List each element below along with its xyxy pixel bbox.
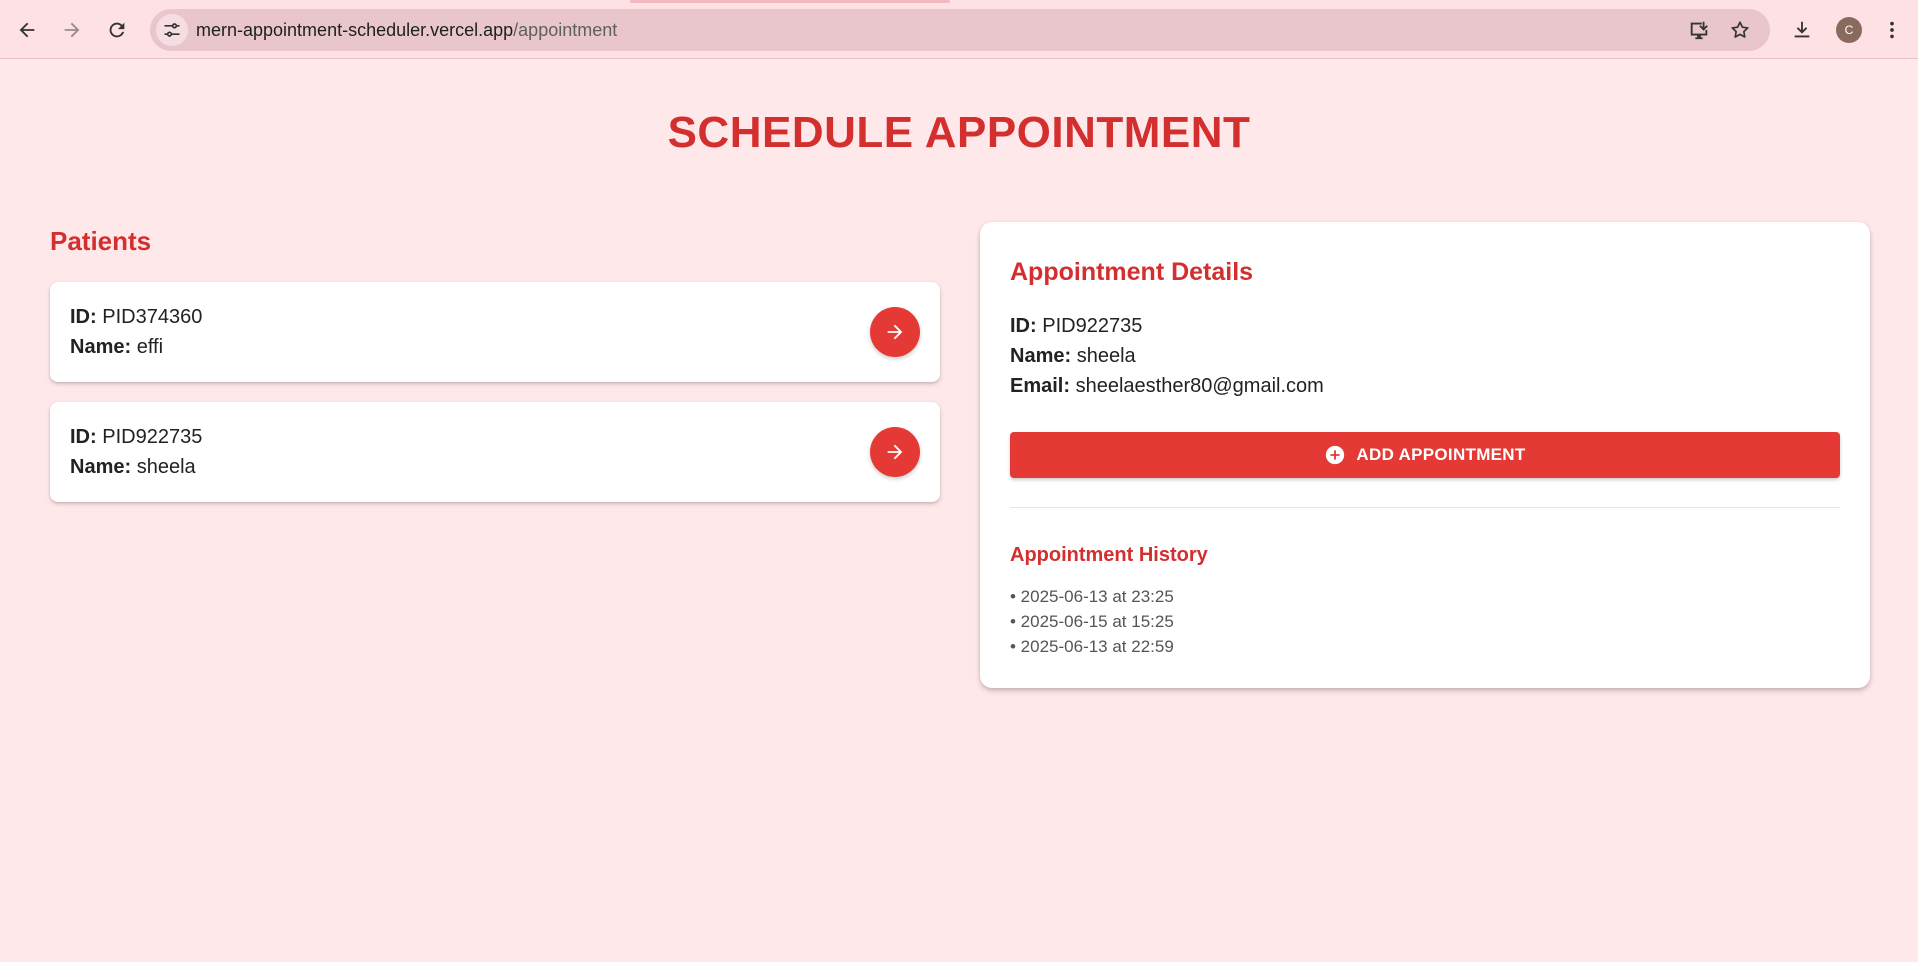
patient-id: PID374360 <box>102 306 203 328</box>
patient-name-line: Name: sheela <box>70 456 196 479</box>
id-label: ID: <box>1010 315 1037 337</box>
patient-id: PID922735 <box>102 426 203 448</box>
name-label: Name: <box>70 456 132 478</box>
add-appointment-button[interactable]: ADD APPOINTMENT <box>1010 432 1840 478</box>
details-title: Appointment Details <box>1010 258 1254 286</box>
detail-name-line: Name: sheela <box>1010 345 1136 368</box>
tune-icon <box>164 23 180 37</box>
profile-initial: C <box>1844 23 1854 37</box>
name-label: Name: <box>70 336 132 358</box>
appointment-details-card: Appointment Details ID: PID922735 Name: … <box>980 222 1870 688</box>
detail-email: sheelaesther80@gmail.com <box>1075 375 1324 397</box>
patient-id-line: ID: PID374360 <box>70 306 202 329</box>
page-title: SCHEDULE APPOINTMENT <box>667 108 1251 157</box>
url-host: mern-appointment-scheduler.vercel.app <box>196 20 514 40</box>
patient-id-line: ID: PID922735 <box>70 426 202 449</box>
url-path: /appointment <box>513 20 618 40</box>
name-label: Name: <box>1010 345 1072 367</box>
id-label: ID: <box>70 426 97 448</box>
history-title: Appointment History <box>1010 544 1208 566</box>
add-circle-icon <box>1326 445 1345 465</box>
add-appointment-label: ADD APPOINTMENT <box>1356 445 1526 464</box>
downloads-button[interactable] <box>1784 12 1820 48</box>
patient-card: ID: PID922735 Name: sheela <box>50 402 940 502</box>
more-vertical-icon <box>1890 21 1894 39</box>
divider <box>1010 507 1840 508</box>
site-info-button[interactable] <box>156 14 188 46</box>
reload-button[interactable] <box>99 12 135 48</box>
history-item: • 2025-06-13 at 23:25 <box>1010 587 1174 606</box>
patient-name: effi <box>136 336 164 358</box>
install-app-button[interactable] <box>1685 16 1713 44</box>
url-text: mern-appointment-scheduler.vercel.app/ap… <box>196 20 617 41</box>
patients-heading: Patients <box>50 226 152 256</box>
detail-email-line: Email: sheelaesther80@gmail.com <box>1010 375 1324 398</box>
star-icon <box>1731 21 1749 38</box>
arrow-right-icon <box>887 444 903 460</box>
patient-name: sheela <box>136 456 196 478</box>
profile-avatar[interactable]: C <box>1836 17 1862 43</box>
download-icon <box>1794 21 1810 38</box>
select-patient-button[interactable] <box>870 307 920 357</box>
install-desktop-icon <box>1690 21 1708 40</box>
reload-icon <box>109 22 125 38</box>
loading-bar <box>630 0 950 3</box>
appointment-history-list: • 2025-06-13 at 23:25 • 2025-06-15 at 15… <box>1010 584 1174 659</box>
history-item: • 2025-06-15 at 15:25 <box>1010 612 1174 631</box>
forward-button[interactable] <box>54 12 90 48</box>
arrow-right-icon <box>64 22 80 38</box>
patient-name-line: Name: effi <box>70 336 163 359</box>
select-patient-button[interactable] <box>870 427 920 477</box>
patient-card: ID: PID374360 Name: effi <box>50 282 940 382</box>
detail-id-line: ID: PID922735 <box>1010 315 1142 338</box>
arrow-right-icon <box>887 324 903 340</box>
browser-toolbar: mern-appointment-scheduler.vercel.app/ap… <box>0 0 1918 59</box>
browser-menu-button[interactable] <box>1874 12 1910 48</box>
address-bar[interactable]: mern-appointment-scheduler.vercel.app/ap… <box>150 9 1770 51</box>
id-label: ID: <box>70 306 97 328</box>
bookmark-button[interactable] <box>1726 16 1754 44</box>
history-item: • 2025-06-13 at 22:59 <box>1010 637 1174 656</box>
detail-id: PID922735 <box>1042 315 1143 337</box>
arrow-left-icon <box>19 22 35 38</box>
detail-name: sheela <box>1076 345 1136 367</box>
back-button[interactable] <box>9 12 45 48</box>
email-label: Email: <box>1010 375 1071 397</box>
